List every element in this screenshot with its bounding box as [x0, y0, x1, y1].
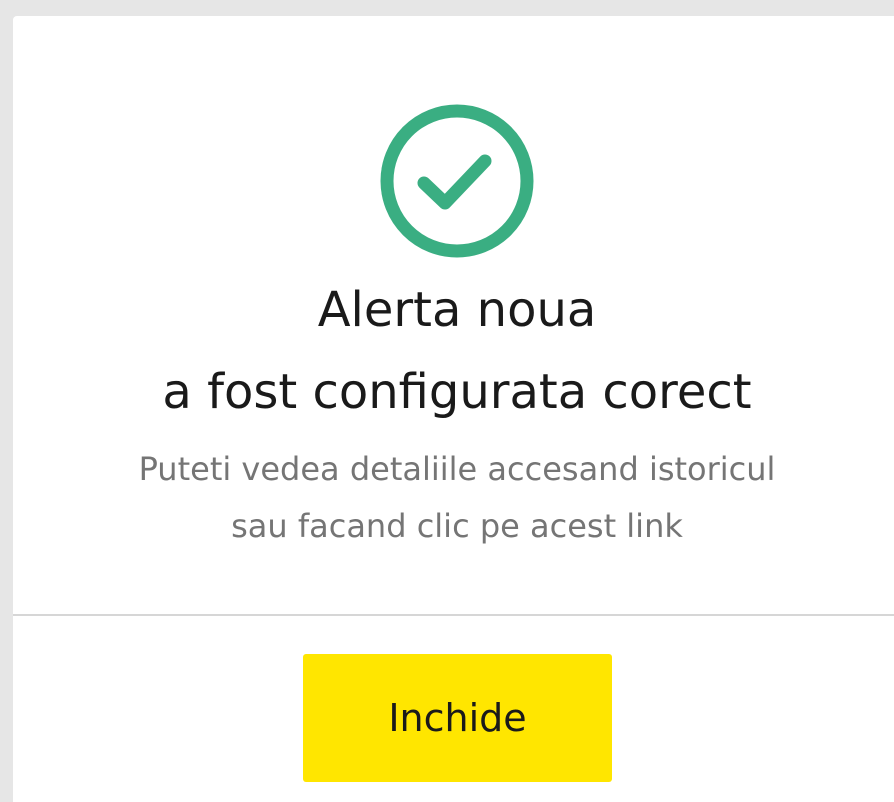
- dialog-title-line-1: Alerta noua: [317, 282, 597, 338]
- check-circle-icon: [380, 104, 534, 258]
- dialog-message-line-2: sau facand clic pe acest link: [231, 507, 683, 545]
- success-dialog: Alerta noua a fost configurata corect Pu…: [13, 16, 894, 802]
- dialog-message-line-1: Puteti vedea detaliile accesand istoricu…: [138, 450, 776, 488]
- close-button[interactable]: Inchide: [303, 654, 612, 782]
- dialog-title-line-2: a fost configurata corect: [162, 364, 752, 420]
- dialog-divider: [13, 614, 894, 616]
